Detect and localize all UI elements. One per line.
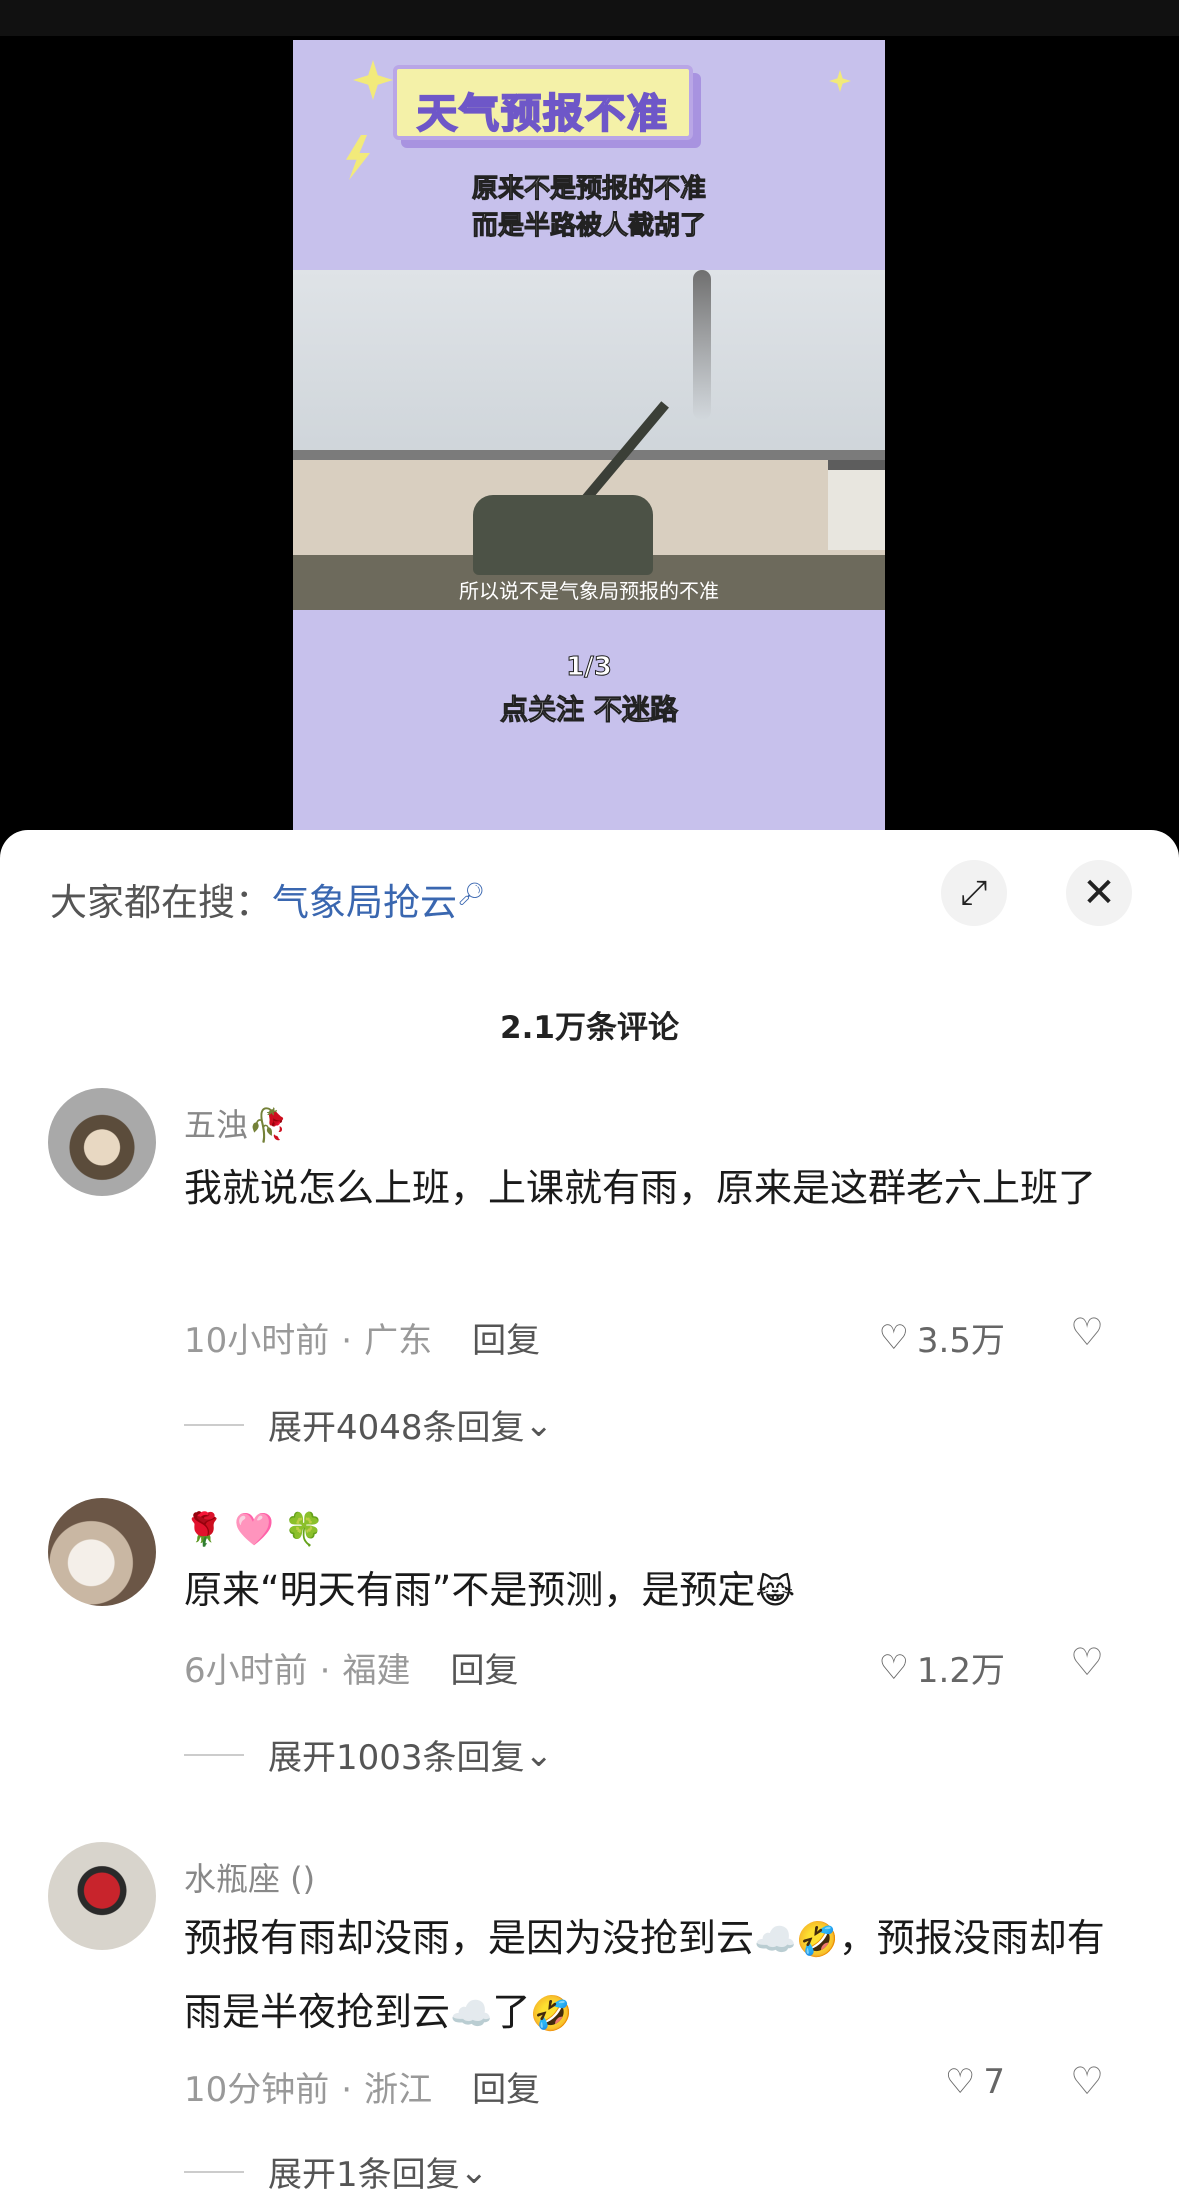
- anti-aircraft-gun: [473, 495, 653, 575]
- smoke-trail: [693, 270, 711, 420]
- dislike-icon[interactable]: ♡: [1070, 2059, 1104, 2103]
- like-count: 7: [983, 2062, 1005, 2102]
- page-counter: 1/3: [566, 652, 613, 683]
- search-prefix: 大家都在搜：: [50, 881, 272, 924]
- like-count: 1.2万: [916, 1651, 1005, 1691]
- heart-icon: ♡: [944, 2062, 976, 2102]
- comment-location: 广东: [364, 1321, 433, 1361]
- expand-icon: ⤢: [960, 873, 988, 913]
- video-player[interactable]: 天气预报不准 原来不是预报的不准 而是半路被人截胡了 所以说不是气象局预报的不准…: [0, 0, 1179, 860]
- video-caption: 所以说不是气象局预报的不准: [459, 579, 719, 603]
- search-suggestion[interactable]: 大家都在搜：气象局抢云🔎︎: [50, 872, 485, 926]
- dislike-icon[interactable]: ♡: [1070, 1640, 1104, 1684]
- chevron-down-icon: ⌄: [524, 1404, 554, 1445]
- expand-button[interactable]: ⤢: [941, 860, 1007, 926]
- comment-text: 预报有雨却没雨，是因为没抢到云☁️🤣，预报没雨却有雨是半夜抢到云☁️了🤣: [184, 1916, 1105, 2034]
- chevron-down-icon: ⌄: [459, 2151, 489, 2192]
- comment-time: 6小时前: [184, 1651, 308, 1691]
- comment-text: 我就说怎么上班，上课就有雨，原来是这群老六上班了: [184, 1166, 1097, 1210]
- comment-time: 10小时前: [184, 1321, 330, 1361]
- dislike-icon[interactable]: ♡: [1070, 1310, 1104, 1354]
- subtitle-line-1: 原来不是预报的不准: [471, 174, 706, 205]
- expand-replies[interactable]: 展开4048条回复 ⌄: [184, 1400, 553, 1449]
- comment-meta: 6小时前 · 福建 回复: [184, 1651, 519, 1691]
- like-count: 3.5万: [916, 1321, 1005, 1361]
- comment-author[interactable]: 🌹 🩷 🍀: [184, 1510, 324, 1548]
- like-button[interactable]: ♡ 7: [850, 2062, 1005, 2102]
- comment-count: 2.1万条评论: [500, 1010, 679, 1046]
- watchtower: [828, 460, 885, 550]
- comment-location: 浙江: [364, 2070, 433, 2110]
- subtitle-line-2: 而是半路被人截胡了: [471, 211, 706, 242]
- comment-meta: 10分钟前 · 浙江 回复: [184, 2070, 541, 2110]
- reply-button[interactable]: 回复: [472, 2070, 540, 2110]
- like-button[interactable]: ♡ 3.5万: [850, 1313, 1005, 1362]
- banner-title: 天气预报不准: [416, 90, 669, 138]
- expand-replies[interactable]: 展开1条回复 ⌄: [184, 2147, 488, 2195]
- close-button[interactable]: ✕: [1066, 860, 1132, 926]
- video-frame-photo: 所以说不是气象局预报的不准: [293, 270, 885, 610]
- comment-text: 原来“明天有雨”不是预测，是预定😹: [184, 1568, 796, 1612]
- star-icon: [353, 60, 393, 100]
- comment-meta: 10小时前 · 广东 回复: [184, 1321, 541, 1361]
- comments-sheet: 大家都在搜：气象局抢云🔎︎ ⤢ ✕ 2.1万条评论 五浊🥀 我就说怎么上班，上课…: [0, 830, 1179, 2195]
- search-icon: 🔎︎: [457, 882, 485, 908]
- title-banner: 天气预报不准: [393, 65, 693, 140]
- avatar[interactable]: [48, 1842, 156, 1950]
- heart-icon: ♡: [878, 1317, 909, 1358]
- comment-time: 10分钟前: [184, 2070, 330, 2110]
- comment-author[interactable]: 水瓶座 (): [184, 1854, 315, 1900]
- avatar[interactable]: [48, 1088, 156, 1196]
- expand-replies[interactable]: 展开1003条回复 ⌄: [184, 1730, 553, 1779]
- like-button[interactable]: ♡ 1.2万: [850, 1643, 1005, 1692]
- search-term[interactable]: 气象局抢云: [272, 881, 457, 924]
- avatar[interactable]: [48, 1498, 156, 1606]
- close-icon: ✕: [1082, 870, 1116, 916]
- flower-icon: 🥀: [248, 1106, 288, 1144]
- chevron-down-icon: ⌄: [524, 1734, 554, 1775]
- follow-prompt: 点关注 不迷路: [500, 693, 679, 727]
- reply-button[interactable]: 回复: [472, 1321, 540, 1361]
- star-icon: [829, 70, 851, 92]
- comment-author[interactable]: 五浊🥀: [184, 1100, 288, 1146]
- top-bar: [0, 0, 1179, 36]
- video-poster[interactable]: 天气预报不准 原来不是预报的不准 而是半路被人截胡了 所以说不是气象局预报的不准…: [293, 40, 885, 840]
- heart-icon: ♡: [878, 1647, 909, 1688]
- comment-location: 福建: [342, 1651, 411, 1691]
- reply-button[interactable]: 回复: [450, 1651, 518, 1691]
